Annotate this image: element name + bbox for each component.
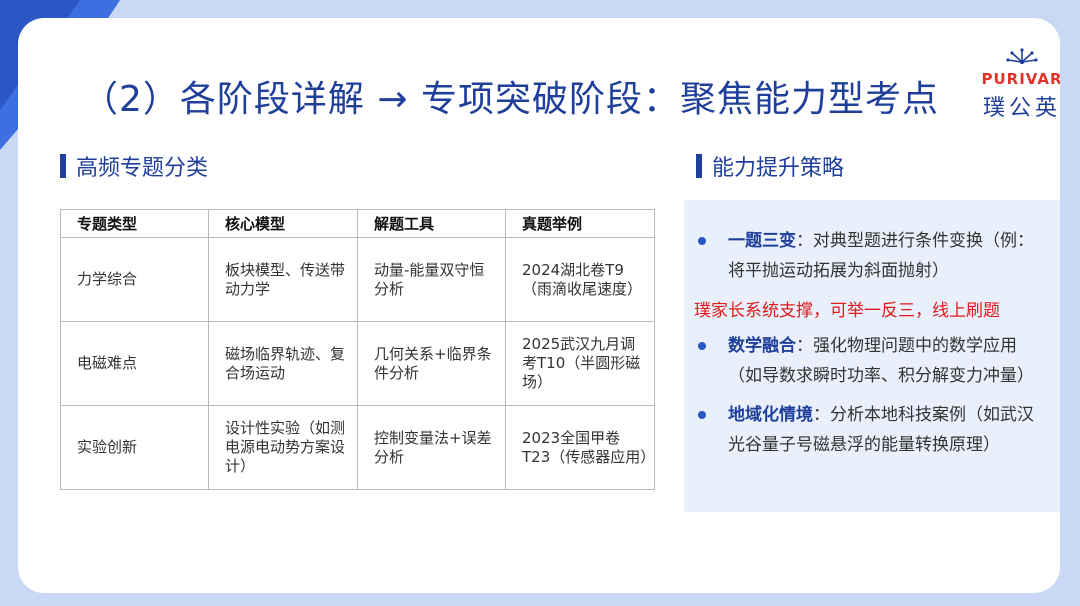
right-section-title: 能力提升策略 (696, 150, 845, 182)
table-row: 实验创新 设计性实验（如测电源电动势方案设计） 控制变量法+误差分析 2023全… (60, 405, 655, 490)
table-cell: 动量-能量双守恒分析 (357, 237, 506, 322)
strategy-keyword: 地域化情境 (728, 405, 813, 425)
table-cell: 2024湖北卷T9（雨滴收尾速度） (505, 237, 655, 322)
logo-text-cn: 璞公英 (982, 96, 1060, 121)
table-header-cell: 解题工具 (357, 209, 506, 238)
table-header-row: 专题类型 核心模型 解题工具 真题举例 (60, 209, 655, 238)
table-cell: 几何关系+临界条件分析 (357, 321, 506, 406)
bullet-dot-icon (698, 342, 706, 350)
right-section-title-text: 能力提升策略 (712, 156, 845, 181)
slide-title: （2）各阶段详解 → 专项突破阶段：聚焦能力型考点 (82, 79, 939, 120)
section-bar (60, 154, 66, 178)
bullet-dot-icon (698, 237, 706, 245)
logo-text-en: PURIVAR (981, 70, 1060, 88)
table-row: 力学综合 板块模型、传送带动力学 动量-能量双守恒分析 2024湖北卷T9（雨滴… (60, 237, 655, 322)
logo-mark-icon (1006, 48, 1038, 65)
table-cell: 磁场临界轨迹、复合场运动 (208, 321, 358, 406)
table-cell: 力学综合 (60, 237, 209, 322)
purivar-logo: PURIVAR 璞公英 (974, 48, 1060, 124)
table-header-cell: 核心模型 (208, 209, 358, 238)
strategy-keyword: 一题三变 (728, 231, 796, 251)
bullet-dot-icon (698, 411, 706, 419)
table-cell: 实验创新 (60, 405, 209, 490)
promo-text: 璞家长系统支撑，可举一反三，线上刷题 (694, 301, 1000, 321)
table-cell: 控制变量法+误差分析 (357, 405, 506, 490)
table-cell: 2023全国甲卷T23（传感器应用） (505, 405, 655, 490)
section-bar (696, 154, 702, 178)
strategy-panel: 一题三变：对典型题进行条件变换（例：将平抛运动拓展为斜面抛射） 数学融合：强化物… (684, 200, 1060, 512)
left-section-title-text: 高频专题分类 (76, 156, 209, 181)
left-section-title: 高频专题分类 (60, 150, 209, 182)
strategy-keyword: 数学融合 (728, 336, 796, 356)
table-cell: 2025武汉九月调考T10（半圆形磁场） (505, 321, 655, 406)
topic-table: 专题类型 核心模型 解题工具 真题举例 力学综合 板块模型、传送带动力学 动量-… (60, 209, 655, 490)
table-cell: 板块模型、传送带动力学 (208, 237, 358, 322)
table-header-cell: 真题举例 (505, 209, 655, 238)
table-row: 电磁难点 磁场临界轨迹、复合场运动 几何关系+临界条件分析 2025武汉九月调考… (60, 321, 655, 406)
table-cell: 电磁难点 (60, 321, 209, 406)
table-cell: 设计性实验（如测电源电动势方案设计） (208, 405, 358, 490)
table-header-cell: 专题类型 (60, 209, 209, 238)
